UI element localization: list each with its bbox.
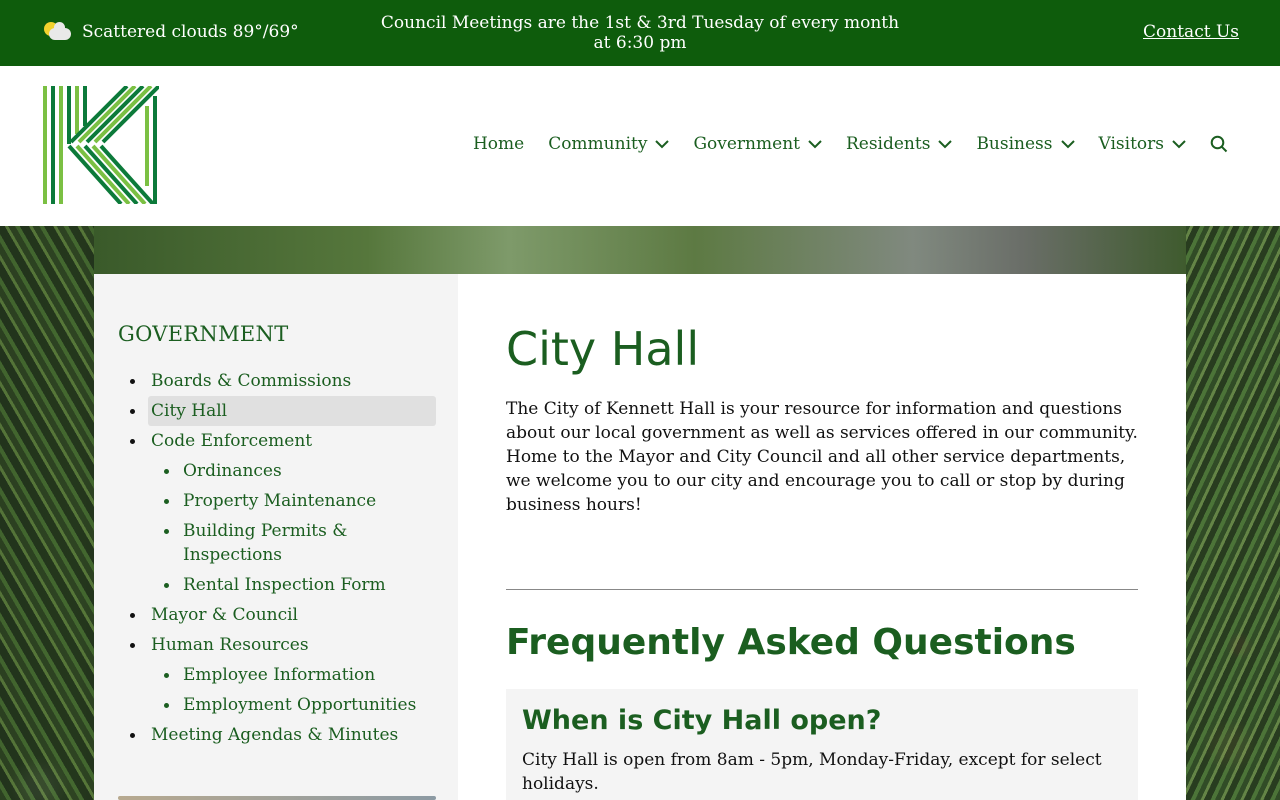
nav-label: Business	[976, 134, 1053, 154]
sidebar-item-code-enforcement[interactable]: Code Enforcement	[118, 426, 436, 456]
nav-home[interactable]: Home	[473, 134, 524, 154]
partly-cloudy-icon	[44, 20, 72, 44]
sidebar-title: GOVERNMENT	[118, 322, 289, 346]
nav-label: Visitors	[1098, 134, 1165, 154]
hero-image-right	[1186, 226, 1280, 800]
faq-question: When is City Hall open?	[522, 705, 882, 736]
chevron-down-icon	[808, 139, 822, 148]
sidebar-item-property-maintenance[interactable]: Property Maintenance	[118, 486, 436, 516]
nav-government[interactable]: Government	[693, 134, 822, 154]
chevron-down-icon	[938, 139, 953, 148]
nav-label: Government	[693, 134, 800, 154]
search-icon[interactable]	[1210, 135, 1228, 153]
nav-community[interactable]: Community	[548, 134, 670, 154]
sidebar-item-human-resources[interactable]: Human Resources	[118, 630, 436, 660]
sidebar-nav: Boards & Commissions City Hall Code Enfo…	[118, 366, 436, 750]
faq-heading: Frequently Asked Questions	[506, 622, 1076, 663]
section-sidebar: GOVERNMENT Boards & Commissions City Hal…	[94, 274, 458, 800]
weather-widget: Scattered clouds 89°/69°	[44, 20, 299, 44]
intro-paragraph: The City of Kennett Hall is your resourc…	[506, 399, 1138, 515]
top-bar: Scattered clouds 89°/69° Council Meeting…	[0, 0, 1280, 66]
nav-label: Community	[548, 134, 648, 154]
weather-text: Scattered clouds 89°/69°	[82, 22, 299, 42]
chevron-down-icon	[655, 139, 670, 148]
page-title: City Hall	[506, 322, 700, 376]
main-nav: Home Community Government Residents Busi…	[473, 134, 1228, 154]
hero-image-top	[94, 226, 1186, 274]
chevron-down-icon	[1060, 139, 1075, 148]
sidebar-image	[118, 796, 436, 800]
sidebar-item-boards-commissions[interactable]: Boards & Commissions	[118, 366, 436, 396]
hero-image-left	[0, 226, 94, 800]
sidebar-item-rental-inspection-form[interactable]: Rental Inspection Form	[118, 570, 436, 600]
sidebar-item-meeting-agendas[interactable]: Meeting Agendas & Minutes	[118, 720, 436, 750]
sidebar-item-building-permits[interactable]: Building Permits & Inspections	[118, 516, 436, 570]
nav-residents[interactable]: Residents	[845, 134, 953, 154]
faq-answer: City Hall is open from 8am - 5pm, Monday…	[522, 750, 1102, 794]
nav-visitors[interactable]: Visitors	[1099, 134, 1187, 154]
sidebar-item-mayor-council[interactable]: Mayor & Council	[118, 600, 436, 630]
city-logo[interactable]	[41, 86, 159, 204]
chevron-down-icon	[1172, 139, 1186, 148]
sidebar-item-employment-opportunities[interactable]: Employment Opportunities	[118, 690, 436, 720]
divider	[506, 589, 1138, 590]
contact-us-link[interactable]: Contact Us	[1143, 22, 1239, 42]
site-header: Home Community Government Residents Busi…	[0, 66, 1280, 226]
sidebar-item-ordinances[interactable]: Ordinances	[118, 456, 436, 486]
nav-label: Residents	[845, 134, 931, 154]
main-content: City Hall The City of Kennett Hall is yo…	[458, 274, 1186, 800]
meeting-announcement: Council Meetings are the 1st & 3rd Tuesd…	[380, 13, 900, 53]
nav-business[interactable]: Business	[976, 134, 1075, 154]
faq-item: When is City Hall open? City Hall is ope…	[506, 689, 1138, 800]
nav-label: Home	[472, 134, 525, 154]
sidebar-item-city-hall[interactable]: City Hall	[130, 396, 436, 426]
sidebar-item-employee-information[interactable]: Employee Information	[118, 660, 436, 690]
